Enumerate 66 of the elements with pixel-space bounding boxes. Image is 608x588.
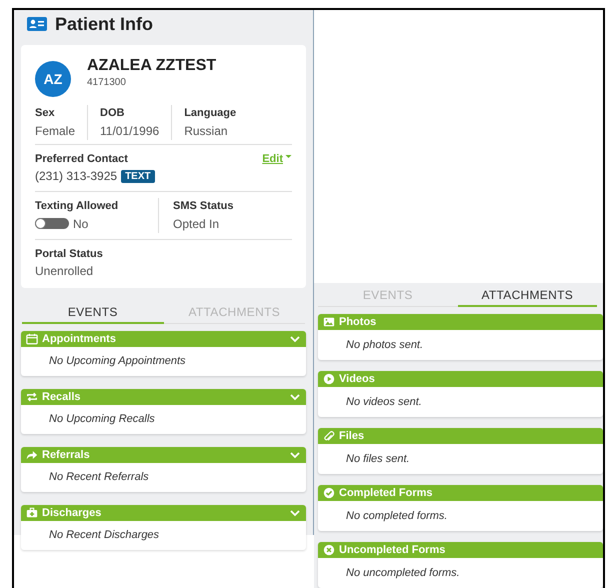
tab[interactable]: EVENTS <box>318 285 458 307</box>
empty-message: No photos sent. <box>346 338 424 353</box>
field-label: Texting Allowed <box>35 199 120 214</box>
empty-message: No videos sent. <box>346 394 422 410</box>
field-value: No <box>73 216 88 232</box>
chevron-down-icon[interactable] <box>290 394 300 400</box>
section-title: Completed Forms <box>339 486 434 501</box>
section-header[interactable]: Files <box>318 428 603 444</box>
edit-link[interactable]: Edit <box>262 150 292 164</box>
field-label: SMS Status <box>173 199 234 214</box>
field-label: Language <box>184 106 236 121</box>
section-header[interactable]: Discharges <box>21 505 306 521</box>
calendar-icon <box>26 333 38 345</box>
chevron-down-icon[interactable] <box>290 452 300 458</box>
medical-bag-icon <box>26 507 38 519</box>
chevron-down-icon[interactable] <box>290 510 300 516</box>
field-label: Preferred Contact <box>35 152 129 166</box>
avatar: AZ <box>35 61 71 97</box>
section-title: Photos <box>339 314 378 330</box>
forward-arrow-icon <box>26 449 38 461</box>
section-title: Videos <box>339 372 376 387</box>
empty-message: No Upcoming Recalls <box>49 412 155 428</box>
text-badge: TEXT <box>121 170 155 182</box>
field-value: Unenrolled <box>35 263 94 280</box>
section-header[interactable]: Appointments <box>21 331 306 347</box>
empty-message: No files sent. <box>346 452 410 467</box>
empty-message: No completed forms. <box>346 508 448 524</box>
section-title: Recalls <box>42 390 82 405</box>
section-title: Discharges <box>42 506 102 521</box>
section-title: Appointments <box>42 332 117 347</box>
phone-number: (231) 313-3925 <box>35 168 118 185</box>
field-label: Portal Status <box>35 246 104 262</box>
id-card-icon <box>27 17 47 31</box>
field-value: Opted In <box>173 216 220 232</box>
empty-message: No Recent Referrals <box>49 470 149 486</box>
section-header[interactable]: Videos <box>318 371 603 387</box>
toggle-switch[interactable] <box>35 218 69 229</box>
section-header[interactable]: Recalls <box>21 389 306 405</box>
section-header[interactable]: Referrals <box>21 447 306 463</box>
tab[interactable]: EVENTS <box>22 302 164 324</box>
field-value: Russian <box>184 122 229 140</box>
section-header[interactable]: Photos <box>318 314 603 330</box>
x-circle-icon <box>323 544 335 556</box>
chevron-down-icon[interactable] <box>290 336 300 342</box>
tab[interactable]: ATTACHMENTS <box>458 285 597 307</box>
patient-id: 4171300 <box>87 76 127 90</box>
empty-message: No Recent Discharges <box>49 528 160 544</box>
field-label: DOB <box>100 106 126 121</box>
play-circle-icon <box>323 373 335 385</box>
patient-name: AZALEA ZZTEST <box>87 57 216 75</box>
check-circle-icon <box>323 487 335 499</box>
paperclip-icon <box>323 430 335 442</box>
section-header[interactable]: Uncompleted Forms <box>318 542 603 558</box>
section-header[interactable]: Completed Forms <box>318 485 603 501</box>
field-value: Female <box>35 122 76 140</box>
field-label: Sex <box>35 106 56 121</box>
section-title: Files <box>339 428 366 444</box>
section-title: Referrals <box>42 448 91 463</box>
empty-message: No Upcoming Appointments <box>49 354 186 370</box>
panel-title: Patient Info <box>55 12 153 36</box>
empty-message: No uncompleted forms. <box>346 566 460 581</box>
tab[interactable]: ATTACHMENTS <box>164 302 305 324</box>
repeat-icon <box>26 391 38 403</box>
image-icon <box>323 316 335 328</box>
section-title: Uncompleted Forms <box>339 542 446 558</box>
field-value: 11/01/1996 <box>100 122 160 140</box>
